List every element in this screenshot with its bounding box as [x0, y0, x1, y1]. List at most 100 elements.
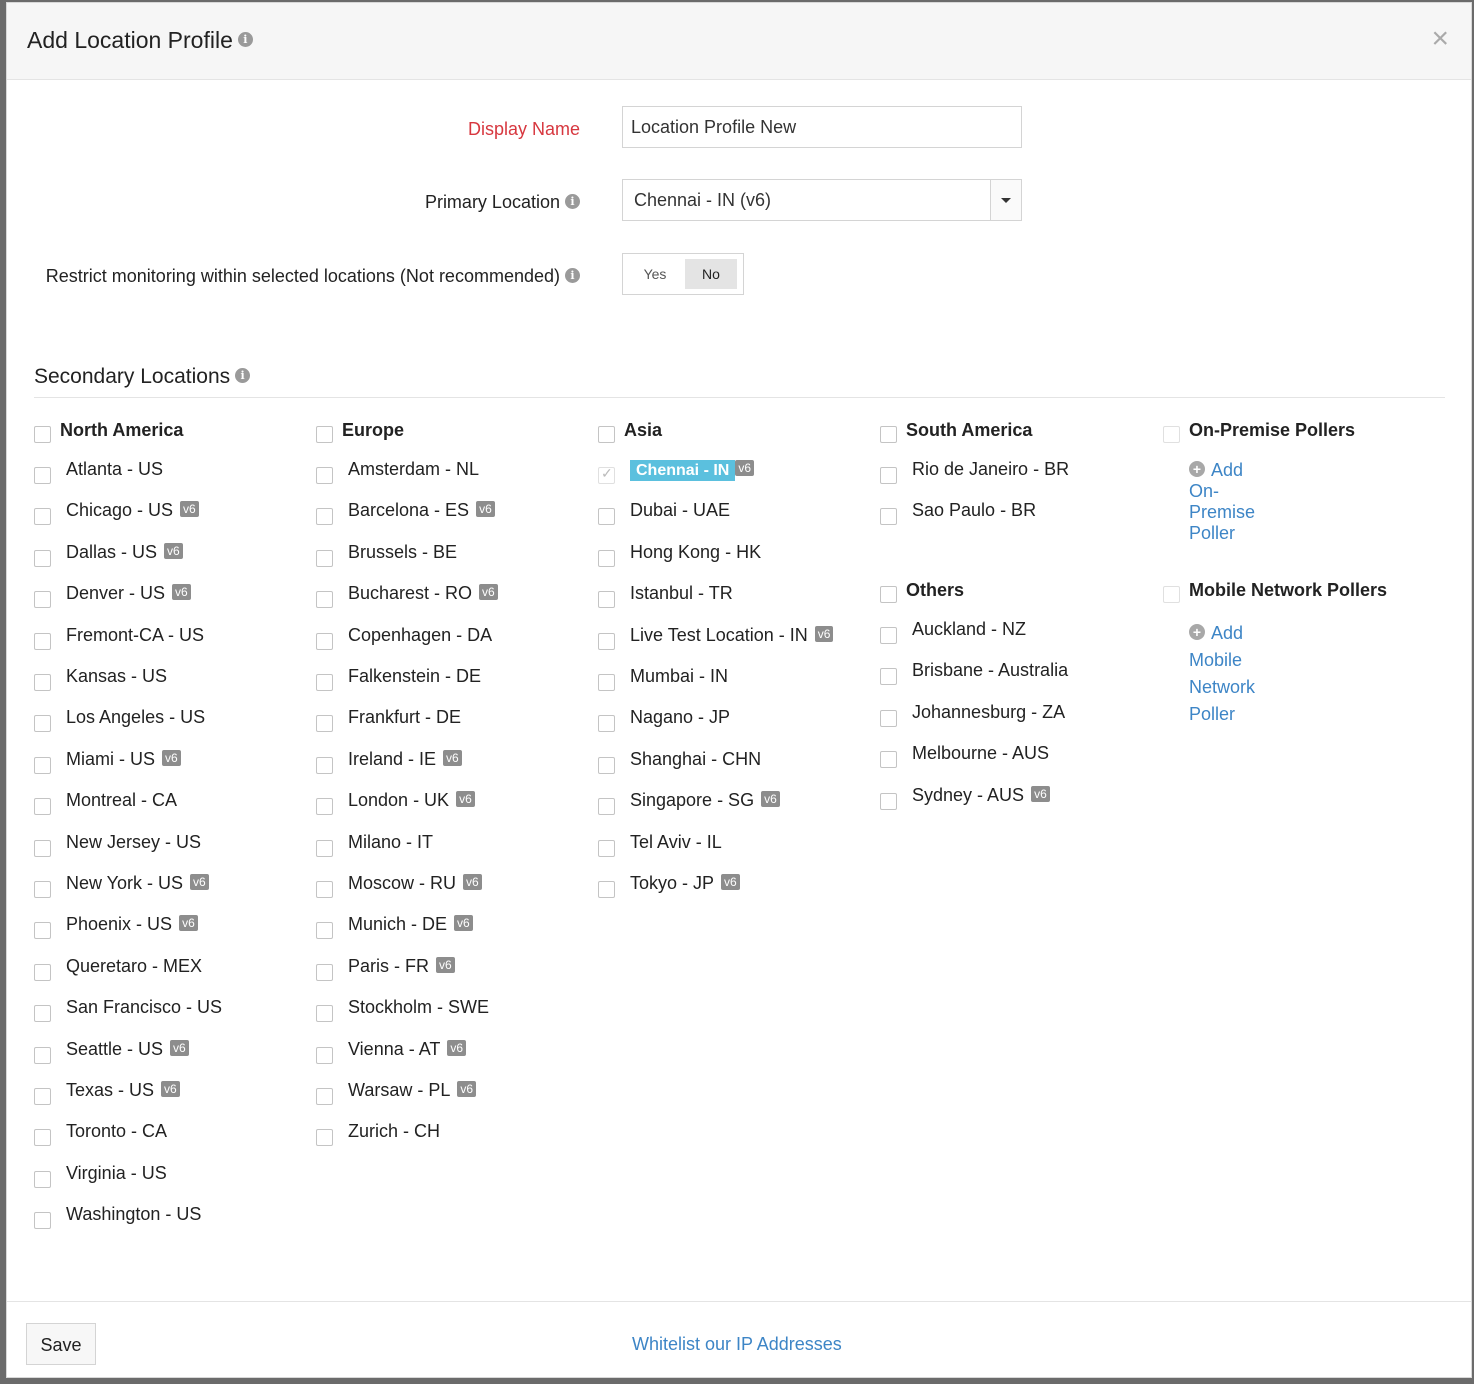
location-checkbox[interactable]	[34, 591, 51, 608]
location-checkbox[interactable]	[34, 840, 51, 857]
caret-down-icon[interactable]	[990, 180, 1021, 220]
whitelist-ip-link[interactable]: Whitelist our IP Addresses	[632, 1334, 842, 1355]
location-checkbox[interactable]	[316, 508, 333, 525]
location-label: San Francisco - US	[66, 997, 223, 1017]
location-checkbox[interactable]	[880, 508, 897, 525]
location-checkbox[interactable]	[598, 508, 615, 525]
south-america-checkbox[interactable]	[880, 426, 897, 443]
primary-location-select[interactable]: Chennai - IN (v6)	[622, 179, 1022, 221]
asia-checkbox[interactable]	[598, 426, 615, 443]
location-checkbox[interactable]	[34, 798, 51, 815]
ipv6-badge: v6	[454, 915, 473, 932]
location-checkbox[interactable]	[880, 627, 897, 644]
info-icon[interactable]: i	[235, 367, 251, 383]
location-checkbox[interactable]	[34, 881, 51, 898]
location-checkbox[interactable]	[316, 674, 333, 691]
location-label: New Jersey - US	[66, 832, 202, 852]
location-checkbox[interactable]	[34, 508, 51, 525]
save-button[interactable]: Save	[26, 1323, 96, 1365]
ipv6-badge: v6	[463, 874, 482, 891]
add-location-profile-modal: Add Location Profilei × Display Name Pri…	[6, 2, 1472, 1378]
display-name-input[interactable]	[622, 106, 1022, 148]
location-checkbox[interactable]	[34, 1212, 51, 1229]
info-icon[interactable]: i	[565, 193, 580, 209]
location-checkbox[interactable]	[316, 1088, 333, 1105]
restrict-toggle[interactable]: Yes No	[622, 253, 744, 295]
location-checkbox[interactable]	[316, 881, 333, 898]
location-checkbox[interactable]	[316, 1047, 333, 1064]
location-checkbox[interactable]	[316, 798, 333, 815]
location-checkbox[interactable]	[880, 710, 897, 727]
location-checkbox[interactable]	[34, 1005, 51, 1022]
location-label: Singapore - SG v6	[630, 790, 780, 811]
location-label: Miami - US v6	[66, 749, 181, 770]
location-checkbox[interactable]	[598, 550, 615, 567]
ipv6-badge: v6	[161, 1081, 180, 1098]
location-label: Shanghai - CHN	[630, 749, 762, 769]
north-america-heading: North America	[60, 420, 184, 440]
location-checkbox[interactable]	[880, 467, 897, 484]
location-label: Nagano - JP	[630, 707, 731, 727]
location-checkbox[interactable]	[34, 757, 51, 774]
location-checkbox[interactable]	[598, 633, 615, 650]
location-checkbox[interactable]	[598, 591, 615, 608]
location-checkbox[interactable]	[316, 922, 333, 939]
location-checkbox[interactable]	[34, 1047, 51, 1064]
location-checkbox[interactable]	[34, 1129, 51, 1146]
location-label: Chennai - IN v6	[630, 459, 755, 481]
location-checkbox[interactable]	[34, 674, 51, 691]
add-on-premise-poller-link[interactable]: + Add On-Premise Poller	[1189, 460, 1255, 544]
location-label: Falkenstein - DE	[348, 666, 482, 686]
location-label: Vienna - AT v6	[348, 1039, 467, 1060]
add-mobile-poller-text-2: Poller	[1189, 704, 1236, 724]
location-checkbox[interactable]	[34, 467, 51, 484]
location-checkbox[interactable]	[34, 922, 51, 939]
location-checkbox[interactable]	[880, 668, 897, 685]
ipv6-badge: v6	[190, 874, 209, 891]
location-checkbox[interactable]	[34, 633, 51, 650]
location-checkbox[interactable]	[598, 840, 615, 857]
restrict-no-option[interactable]: No	[685, 259, 737, 289]
europe-checkbox[interactable]	[316, 426, 333, 443]
location-checkbox[interactable]	[598, 881, 615, 898]
ipv6-badge: v6	[814, 626, 834, 643]
add-mobile-network-poller-link[interactable]: + Add Mobile Network Poller	[1189, 620, 1255, 728]
location-checkbox[interactable]	[316, 715, 333, 732]
location-checkbox[interactable]	[880, 793, 897, 810]
location-checkbox[interactable]	[598, 798, 615, 815]
location-checkbox[interactable]	[316, 633, 333, 650]
location-checkbox[interactable]	[316, 964, 333, 981]
restrict-yes-option[interactable]: Yes	[629, 259, 681, 289]
location-checkbox[interactable]	[316, 591, 333, 608]
location-checkbox[interactable]	[34, 1171, 51, 1188]
info-icon[interactable]: i	[237, 32, 253, 48]
location-checkbox[interactable]	[598, 674, 615, 691]
location-label: Atlanta - US	[66, 459, 164, 479]
north-america-checkbox[interactable]	[34, 426, 51, 443]
location-checkbox[interactable]	[316, 840, 333, 857]
close-icon[interactable]: ×	[1431, 21, 1449, 57]
location-checkbox[interactable]	[316, 550, 333, 567]
location-checkbox[interactable]	[316, 467, 333, 484]
mobile-checkbox[interactable]	[1163, 586, 1180, 603]
location-checkbox[interactable]	[34, 550, 51, 567]
location-checkbox[interactable]	[598, 757, 615, 774]
location-checkbox[interactable]	[316, 1005, 333, 1022]
location-label: Amsterdam - NL	[348, 459, 480, 479]
display-name-label: Display Name	[467, 119, 580, 139]
location-label: Queretaro - MEX	[66, 956, 203, 976]
location-checkbox[interactable]	[316, 757, 333, 774]
location-checkbox[interactable]	[880, 751, 897, 768]
location-label: Sydney - AUS v6	[912, 785, 1050, 806]
location-checkbox[interactable]	[598, 715, 615, 732]
location-checkbox[interactable]	[316, 1129, 333, 1146]
others-checkbox[interactable]	[880, 586, 897, 603]
asia-heading: Asia	[624, 420, 663, 440]
location-checkbox[interactable]	[34, 964, 51, 981]
location-label: Virginia - US	[66, 1163, 167, 1183]
location-checkbox[interactable]	[34, 715, 51, 732]
location-checkbox[interactable]	[34, 1088, 51, 1105]
location-label: New York - US v6	[66, 873, 209, 894]
info-icon[interactable]: i	[565, 267, 580, 283]
on-premise-checkbox[interactable]	[1163, 426, 1180, 443]
